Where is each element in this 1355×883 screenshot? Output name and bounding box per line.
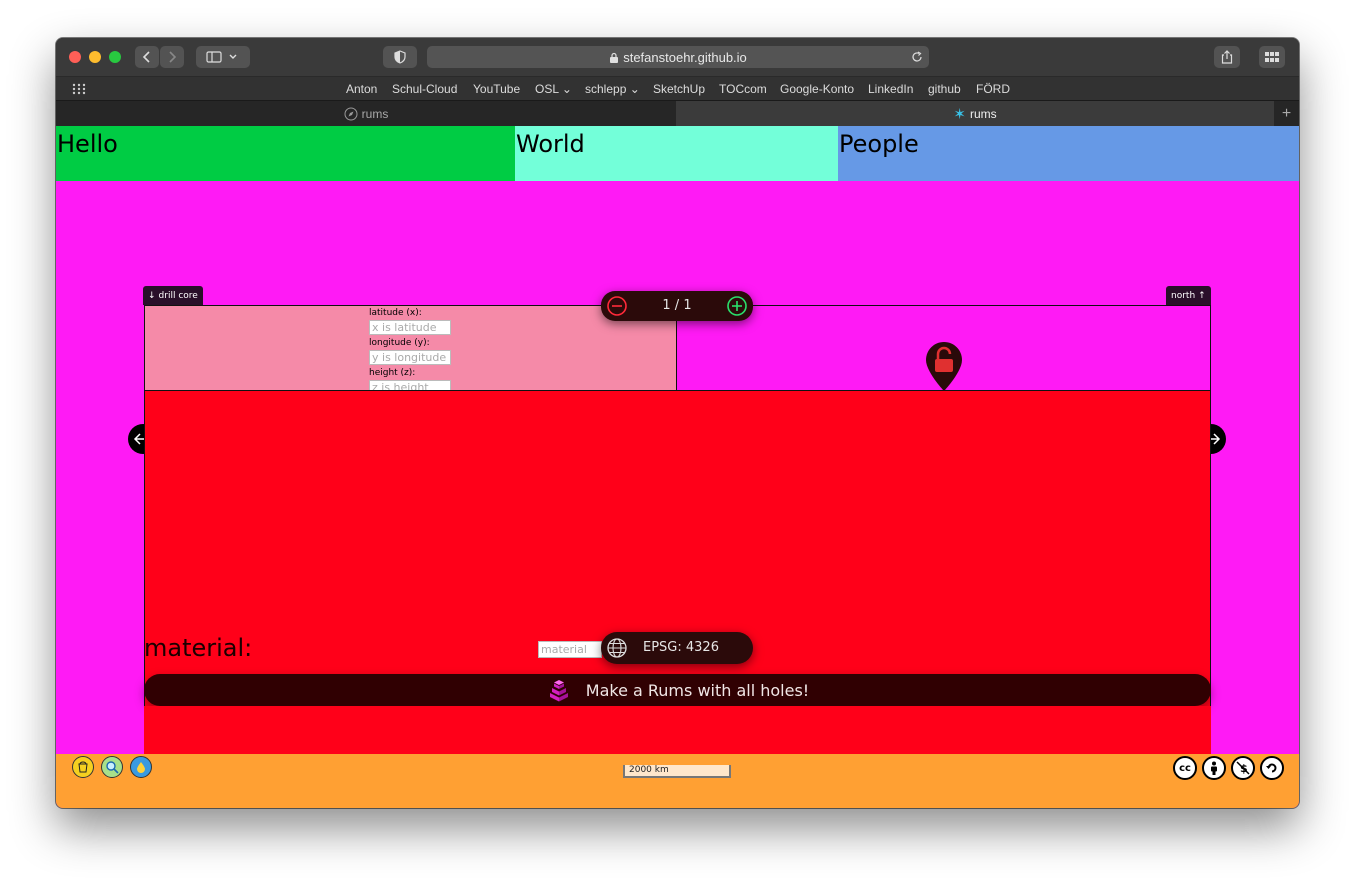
noncommercial-icon[interactable]: $	[1231, 756, 1255, 780]
browser-toolbar: stefanstoehr.github.io	[56, 38, 1299, 76]
height-input[interactable]: z is height	[369, 380, 451, 390]
share-button[interactable]	[1214, 46, 1240, 68]
sidebar-icon	[206, 51, 237, 63]
close-window-button[interactable]	[69, 51, 81, 63]
bookmarks-bar: Anton Schul-Cloud YouTube OSL ⌄ schlepp …	[56, 76, 1299, 101]
tab-bar: rums ✶ rums +	[56, 100, 1299, 126]
arrow-down-icon: ↓	[148, 290, 156, 301]
material-input[interactable]: material	[538, 641, 602, 658]
scale-bar: 2000 km	[623, 765, 731, 778]
footer-bar: 2000 km cc $	[56, 754, 1299, 808]
tab-rums-inactive[interactable]: rums	[56, 101, 676, 126]
bookmark-schul-cloud[interactable]: Schul-Cloud	[392, 82, 457, 96]
bookmark-youtube[interactable]: YouTube	[473, 82, 520, 96]
address-bar[interactable]: stefanstoehr.github.io	[427, 46, 929, 68]
chevron-right-icon	[169, 51, 177, 63]
north-label: north	[1171, 290, 1196, 301]
no-dollar-glyph-icon: $	[1236, 761, 1250, 775]
zoom-window-button[interactable]	[109, 51, 121, 63]
url-text: stefanstoehr.github.io	[623, 49, 747, 65]
browser-window: stefanstoehr.github.io Anton Schul-Cloud…	[56, 38, 1299, 808]
compass-icon	[344, 107, 358, 120]
header-world: World	[515, 126, 839, 181]
bookmark-osl[interactable]: OSL ⌄	[535, 82, 572, 96]
bookmark-anton[interactable]: Anton	[346, 82, 377, 96]
forward-button[interactable]	[160, 46, 184, 68]
reload-icon[interactable]	[911, 51, 923, 63]
share-icon	[1221, 50, 1233, 64]
pager-control: 1 / 1	[601, 291, 753, 321]
header-people: People	[838, 126, 1299, 181]
grid-icon	[1265, 51, 1279, 62]
bookmark-sketchup[interactable]: SketchUp	[653, 82, 705, 96]
privacy-report-button[interactable]	[383, 46, 417, 68]
drop-glyph-icon	[137, 762, 145, 773]
bookmark-toccom[interactable]: TOCcom	[719, 82, 767, 96]
unlock-marker-icon[interactable]	[925, 341, 963, 393]
chevron-down-icon: ⌄	[629, 82, 640, 96]
tab-overview-button[interactable]	[1259, 46, 1285, 68]
bookmark-github[interactable]: github	[928, 82, 961, 96]
longitude-input[interactable]: y is longitude	[369, 350, 451, 365]
coordinate-form: latitude (x): x is latitude longitude (y…	[144, 305, 677, 391]
drill-core-tab[interactable]: ↓ drill core	[143, 286, 203, 305]
sharealike-icon[interactable]	[1260, 756, 1284, 780]
bucket-icon[interactable]	[72, 756, 94, 778]
bookmark-schlepp-label: schlepp	[585, 82, 627, 96]
new-tab-button[interactable]: +	[1274, 101, 1299, 126]
north-tab[interactable]: north ↑	[1166, 286, 1211, 305]
height-label: height (z):	[369, 368, 416, 378]
longitude-label: longitude (y):	[369, 338, 430, 348]
globe-icon	[607, 638, 627, 658]
epsg-text: EPSG: 4326	[643, 640, 719, 655]
chevron-left-icon	[142, 51, 150, 63]
apps-grid-icon[interactable]	[72, 83, 86, 95]
bookmark-google-konto[interactable]: Google-Konto	[780, 82, 854, 96]
epsg-control[interactable]: EPSG: 4326	[601, 632, 753, 664]
make-rums-label: Make a Rums with all holes!	[585, 680, 810, 700]
plus-icon[interactable]	[726, 295, 748, 317]
minimize-window-button[interactable]	[89, 51, 101, 63]
attribution-icon[interactable]	[1202, 756, 1226, 780]
lock-icon	[610, 52, 619, 63]
search-globe-icon[interactable]	[101, 756, 123, 778]
map-preview[interactable]	[677, 305, 1211, 391]
drill-core-label: drill core	[158, 290, 198, 301]
shield-icon	[394, 50, 406, 64]
tab-label: rums	[969, 106, 997, 121]
chevron-down-icon: ⌄	[561, 82, 572, 96]
latitude-input[interactable]: x is latitude	[369, 320, 451, 335]
panel-bottom	[144, 706, 1211, 754]
arrow-up-icon: ↑	[1198, 290, 1206, 301]
page-content: Hello World People latitude (x): x is la…	[56, 126, 1299, 808]
circular-arrow-glyph-icon	[1266, 763, 1277, 773]
layers-icon	[549, 680, 568, 702]
sidebar-toggle-button[interactable]	[196, 46, 250, 68]
back-button[interactable]	[135, 46, 159, 68]
material-label: material:	[144, 634, 253, 662]
bookmark-linkedin[interactable]: LinkedIn	[868, 82, 913, 96]
tab-rums-active[interactable]: ✶ rums	[676, 101, 1274, 126]
person-glyph-icon	[1211, 761, 1217, 775]
cc-icon[interactable]: cc	[1173, 756, 1197, 780]
bookmark-ford[interactable]: FÖRD	[976, 82, 1010, 96]
latitude-label: latitude (x):	[369, 308, 422, 318]
bucket-glyph-icon	[78, 761, 88, 773]
water-drop-icon[interactable]	[130, 756, 152, 778]
bookmark-schlepp[interactable]: schlepp ⌄	[585, 82, 640, 96]
star-favicon-icon: ✶	[953, 105, 966, 123]
header-hello: Hello	[56, 126, 516, 181]
bookmark-osl-label: OSL	[535, 82, 559, 96]
tab-label: rums	[361, 106, 389, 121]
make-rums-button[interactable]: Make a Rums with all holes!	[144, 674, 1211, 706]
magnifier-icon	[106, 761, 119, 774]
